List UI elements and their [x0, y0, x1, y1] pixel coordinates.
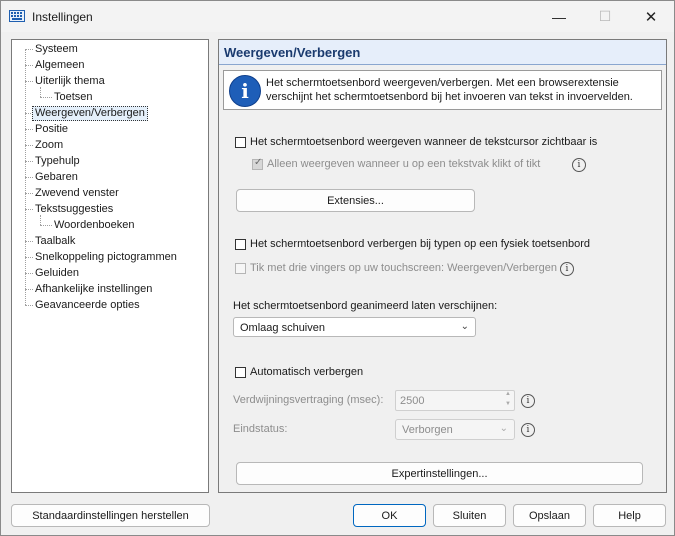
save-button[interactable]: Opslaan — [513, 504, 586, 527]
tree-item-zoom[interactable]: Zoom — [33, 138, 65, 153]
hide-when-typing-label[interactable]: Het schermtoetsenbord verbergen bij type… — [250, 238, 590, 250]
tree-guide-line — [25, 65, 33, 66]
tree-item-geavanceerde-opties[interactable]: Geavanceerde opties — [33, 298, 142, 313]
tree-guide-line — [25, 177, 33, 178]
only-when-clicked-label: Alleen weergeven wanneer u op een tekstv… — [267, 158, 541, 170]
delay-spinbox[interactable]: 2500 ▲ ▼ — [395, 390, 515, 411]
auto-hide-label[interactable]: Automatisch verbergen — [250, 366, 363, 378]
page-title: Weergeven/Verbergen — [224, 45, 361, 60]
tree-item-snelkoppeling-pictogrammen[interactable]: Snelkoppeling pictogrammen — [33, 250, 179, 265]
show-when-cursor-checkbox[interactable] — [235, 137, 246, 148]
restore-defaults-button[interactable]: Standaardinstellingen herstellen — [11, 504, 210, 527]
extensions-button[interactable]: Extensies... — [236, 189, 475, 212]
settings-tree[interactable]: Systeem Algemeen Uiterlijk thema Toetsen… — [11, 39, 209, 493]
tree-guide-line — [25, 241, 33, 242]
tree-guide-line — [25, 145, 33, 146]
tree-item-positie[interactable]: Positie — [33, 122, 70, 137]
animation-label: Het schermtoetsenbord geanimeerd laten v… — [233, 300, 498, 312]
window-title: Instellingen — [32, 10, 93, 24]
three-finger-tap-label: Tik met drie vingers op uw touchscreen: … — [250, 262, 557, 274]
tree-item-zwevend-venster[interactable]: Zwevend venster — [33, 186, 121, 201]
tree-item-systeem[interactable]: Systeem — [33, 42, 80, 57]
animation-select-value: Omlaag schuiven — [240, 322, 325, 334]
help-info-icon[interactable]: i — [572, 158, 586, 172]
tree-item-afhankelijke-instellingen[interactable]: Afhankelijke instellingen — [33, 282, 154, 297]
tree-guide-line — [25, 81, 33, 82]
tree-guide-line — [25, 305, 33, 306]
tree-guide-line — [25, 257, 33, 258]
close-window-button[interactable]: ✕ — [628, 1, 674, 32]
delay-value: 2500 — [400, 395, 425, 407]
tree-guide-line — [25, 209, 33, 210]
three-finger-tap-checkbox[interactable] — [235, 263, 246, 274]
tree-guide-line — [25, 129, 33, 130]
tree-guide-line — [40, 225, 52, 226]
ok-button[interactable]: OK — [353, 504, 426, 527]
close-button[interactable]: Sluiten — [433, 504, 506, 527]
settings-panel: Weergeven/Verbergen i Het schermtoetsenb… — [218, 39, 667, 493]
maximize-button[interactable]: ☐ — [582, 1, 628, 32]
chevron-down-icon: ⌄ — [499, 423, 508, 434]
help-button[interactable]: Help — [593, 504, 666, 527]
info-text: Het schermtoetsenbord weergeven/verberge… — [266, 77, 633, 103]
title-bar: Instellingen — ☐ ✕ — [1, 1, 674, 32]
tree-item-algemeen[interactable]: Algemeen — [33, 58, 87, 73]
end-state-select[interactable]: Verborgen ⌄ — [395, 419, 515, 440]
tree-item-woordenboeken[interactable]: Woordenboeken — [52, 218, 137, 233]
settings-window: Instellingen — ☐ ✕ Systeem Algemeen Uite… — [0, 0, 675, 536]
tree-item-tekstsuggesties[interactable]: Tekstsuggesties — [33, 202, 115, 217]
tree-guide-line — [25, 161, 33, 162]
tree-item-taalbalk[interactable]: Taalbalk — [33, 234, 77, 249]
only-when-clicked-checkbox[interactable] — [252, 157, 263, 170]
help-info-icon[interactable]: i — [521, 394, 535, 408]
spin-up-icon[interactable]: ▲ — [505, 391, 511, 397]
info-box: i Het schermtoetsenbord weergeven/verber… — [223, 70, 662, 110]
hide-when-typing-checkbox[interactable] — [235, 239, 246, 250]
minimize-button[interactable]: — — [536, 1, 582, 32]
help-info-icon[interactable]: i — [521, 423, 535, 437]
tree-item-gebaren[interactable]: Gebaren — [33, 170, 80, 185]
end-state-value: Verborgen — [402, 424, 453, 436]
spin-down-icon[interactable]: ▼ — [505, 401, 511, 407]
tree-guide-line — [40, 97, 52, 98]
end-state-label: Eindstatus: — [233, 423, 288, 435]
tree-guide-line — [25, 193, 33, 194]
chevron-down-icon: ⌄ — [460, 321, 469, 332]
tree-item-geluiden[interactable]: Geluiden — [33, 266, 81, 281]
auto-hide-checkbox[interactable] — [235, 367, 246, 378]
tree-item-typehulp[interactable]: Typehulp — [33, 154, 82, 169]
info-icon: i — [229, 75, 261, 107]
tree-guide-line — [25, 289, 33, 290]
panel-header: Weergeven/Verbergen — [219, 40, 666, 65]
tree-item-uiterlijk-thema[interactable]: Uiterlijk thema — [33, 74, 107, 89]
keyboard-icon — [9, 10, 25, 22]
tree-guide-line — [25, 273, 33, 274]
help-info-icon[interactable]: i — [560, 262, 574, 276]
tree-guide-line — [25, 49, 33, 50]
delay-label: Verdwijningsvertraging (msec): — [233, 394, 384, 406]
tree-item-weergeven-verbergen[interactable]: Weergeven/Verbergen — [32, 106, 148, 121]
animation-select[interactable]: Omlaag schuiven ⌄ — [233, 317, 476, 337]
expert-settings-button[interactable]: Expertinstellingen... — [236, 462, 643, 485]
tree-item-toetsen[interactable]: Toetsen — [52, 90, 95, 105]
show-when-cursor-label[interactable]: Het schermtoetsenbord weergeven wanneer … — [250, 136, 597, 148]
